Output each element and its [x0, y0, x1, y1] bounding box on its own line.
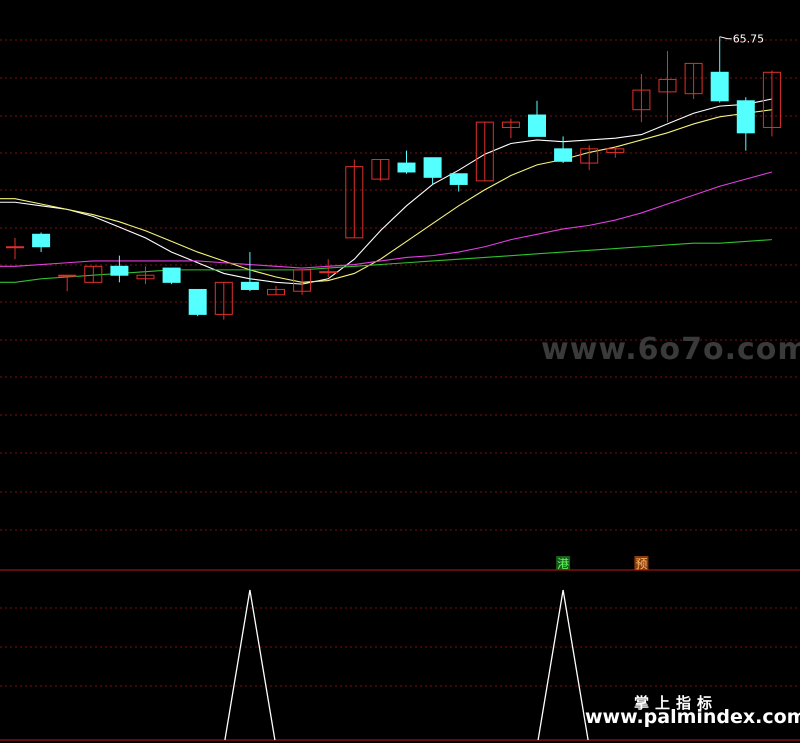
- candle-body: [397, 162, 416, 173]
- candle-body: [188, 288, 207, 315]
- candle-body: [710, 71, 729, 102]
- candle-body: [32, 233, 51, 248]
- candle-body: [319, 271, 338, 274]
- candle-body: [58, 274, 77, 277]
- signal-spike: [537, 589, 589, 741]
- candle-body: [528, 114, 546, 137]
- candle-body: [110, 265, 129, 276]
- ma-line-0: [0, 98, 773, 285]
- candle-body: [162, 267, 181, 283]
- signal-spike: [224, 589, 276, 741]
- high-price-label: 65.75: [733, 33, 765, 46]
- candle-body: [554, 148, 573, 162]
- ma-line-2: [0, 171, 773, 269]
- stock-chart-stage: 65.75 港预 www.6o7o.com 掌上指标 www.palmindex.…: [0, 0, 800, 743]
- candle-body: [6, 246, 24, 249]
- marker-label: 预: [635, 557, 647, 571]
- candle-body: [449, 173, 468, 185]
- candle-body: [240, 281, 259, 290]
- candlestick-chart: 65.75 港 预: [0, 33, 800, 741]
- marker-label: 港: [557, 557, 569, 571]
- candle-body: [736, 100, 755, 134]
- high-label-pointer: [719, 36, 732, 40]
- candle-body: [423, 157, 442, 178]
- ma-line-1: [0, 109, 772, 283]
